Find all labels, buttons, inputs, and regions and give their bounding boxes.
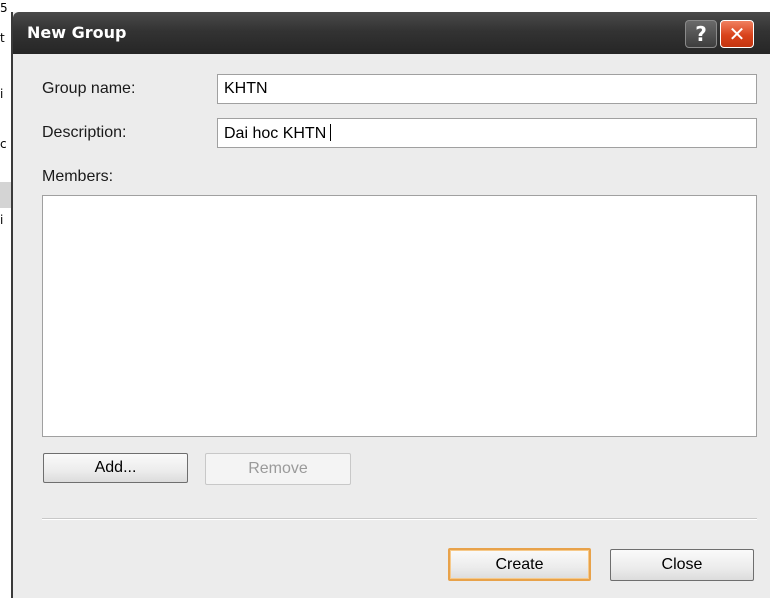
background-text-fragment: c bbox=[0, 137, 7, 151]
members-list[interactable] bbox=[42, 195, 757, 437]
background-text-fragment: 5 bbox=[0, 1, 8, 15]
description-label: Description: bbox=[42, 124, 127, 141]
close-icon[interactable]: ✕ bbox=[720, 20, 754, 48]
close-button[interactable]: Close bbox=[610, 549, 754, 581]
group-name-label: Group name: bbox=[42, 80, 136, 97]
remove-button[interactable]: Remove bbox=[205, 453, 351, 485]
background-text-fragment: i bbox=[0, 87, 4, 101]
help-icon[interactable]: ? bbox=[685, 20, 717, 48]
background-text-fragment: i bbox=[0, 213, 4, 227]
create-button[interactable]: Create bbox=[448, 548, 591, 581]
dialog-titlebar[interactable]: New Group ? ✕ bbox=[13, 12, 770, 54]
description-value: Dai hoc KHTN bbox=[224, 125, 327, 142]
text-cursor bbox=[330, 124, 332, 141]
dialog-title: New Group bbox=[27, 23, 127, 42]
dialog-separator bbox=[42, 518, 757, 520]
screen: 5 t i c i New Group ? ✕ Group name: KHTN… bbox=[0, 0, 770, 598]
background-text-fragment: t bbox=[0, 31, 5, 45]
members-label: Members: bbox=[42, 168, 114, 185]
add-button[interactable]: Add... bbox=[43, 453, 188, 483]
description-field[interactable]: Dai hoc KHTN bbox=[217, 118, 757, 148]
group-name-field[interactable]: KHTN bbox=[217, 74, 757, 104]
group-name-value: KHTN bbox=[224, 80, 268, 97]
new-group-dialog: New Group ? ✕ Group name: KHTN Descripti… bbox=[11, 12, 770, 598]
